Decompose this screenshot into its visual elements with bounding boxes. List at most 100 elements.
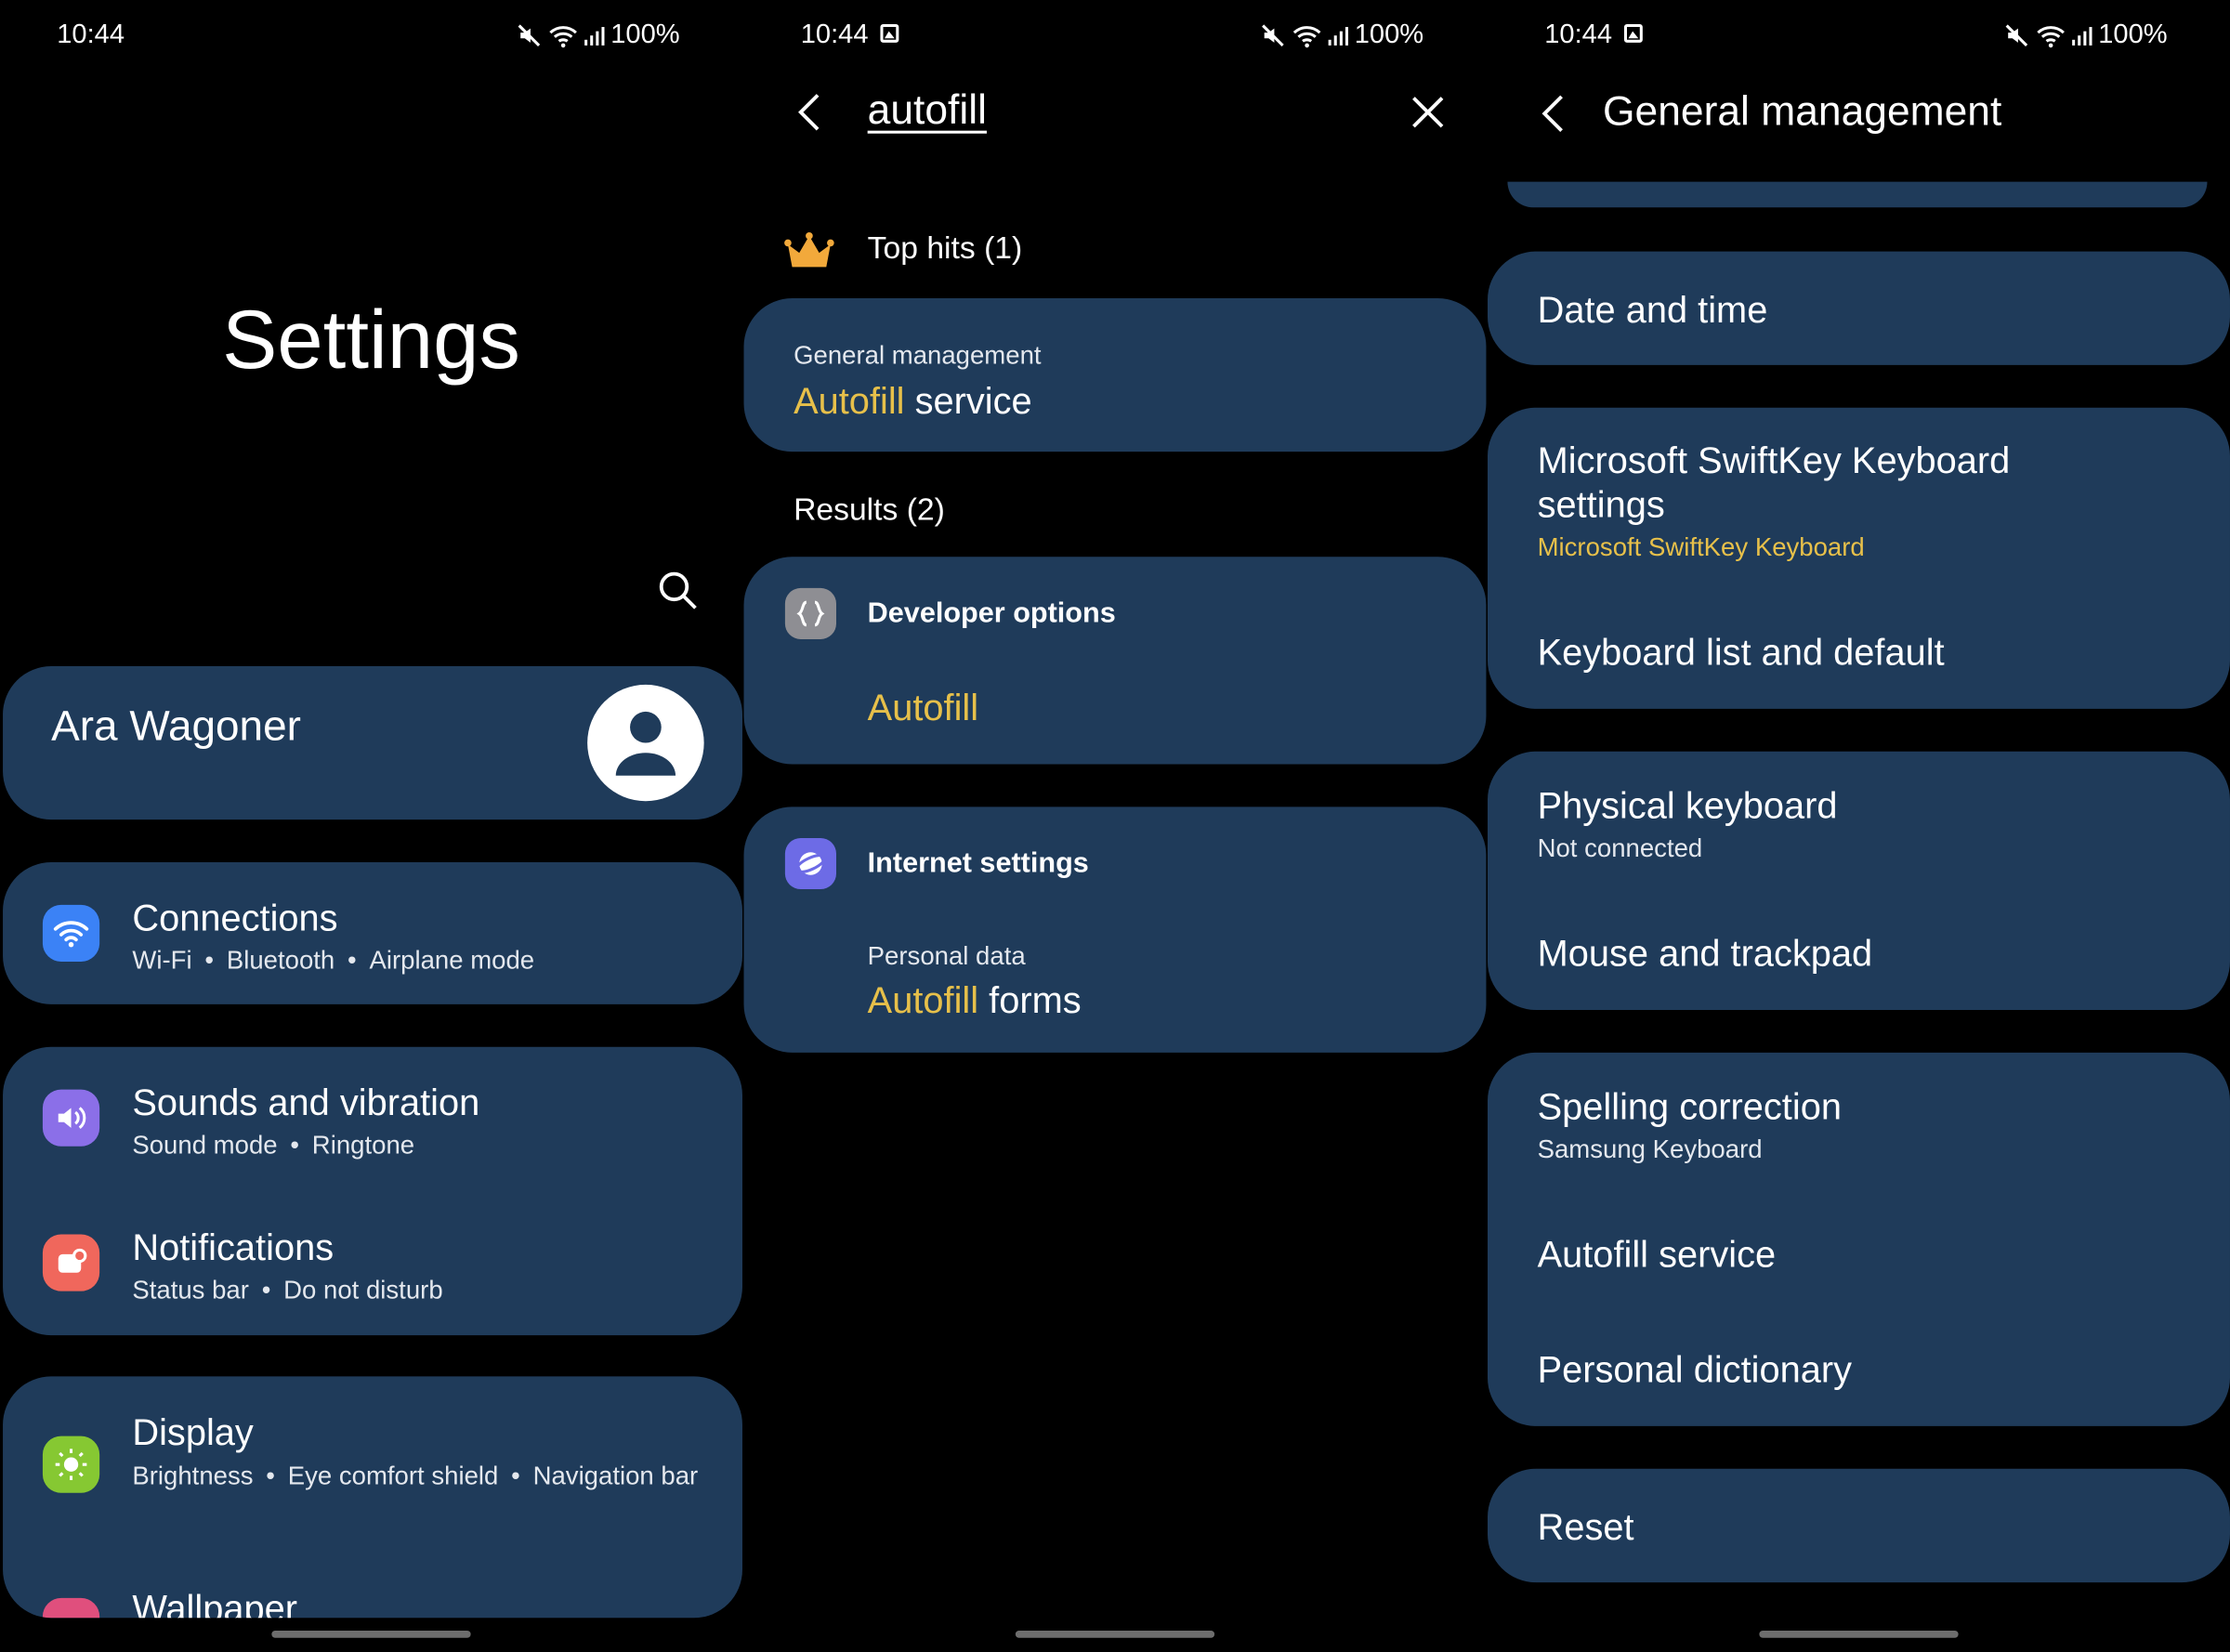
battery-level: 100% — [610, 20, 680, 50]
connections-card[interactable]: Connections Wi-Fi • Bluetooth • Airplane mod… — [3, 861, 742, 1004]
page-title: Settings — [222, 294, 520, 387]
signal-icon — [584, 27, 606, 46]
search-button[interactable] — [656, 569, 702, 614]
wifi-status-icon — [2037, 26, 2066, 48]
spelling-correction-subtitle: Samsung Keyboard — [1537, 1134, 1763, 1164]
physical-keyboard-row[interactable]: Physical keyboard Not connected — [1488, 752, 2230, 894]
sounds-row[interactable]: Sounds and vibration Sound mode • Ringtone — [3, 1047, 742, 1189]
clear-search-button[interactable] — [1407, 91, 1450, 134]
status-time: 10:44 — [1544, 20, 1613, 50]
notifications-title: Notifications — [132, 1226, 334, 1269]
scrolled-card-edge — [1507, 181, 2208, 208]
language-tools-card: Spelling correction Samsung Keyboard Aut… — [1488, 1052, 2230, 1426]
battery-level: 100% — [1354, 20, 1424, 50]
back-button[interactable] — [1530, 89, 1579, 138]
speaker-icon — [42, 1089, 100, 1147]
wallpaper-icon — [42, 1597, 100, 1619]
date-time-title: Date and time — [1537, 288, 1768, 332]
home-indicator — [1759, 1631, 1959, 1638]
notifications-summary: Status bar • Do not disturb — [132, 1275, 443, 1305]
sounds-notifications-card: Sounds and vibration Sound mode • Ringtone… — [3, 1046, 742, 1336]
spelling-correction-title: Spelling correction — [1537, 1085, 1842, 1128]
avatar-person-icon — [615, 711, 676, 776]
settings-screen: 10:44 100% Settings Ara Wagoner Connecti… — [0, 0, 742, 1652]
top-hit-rest: service — [904, 379, 1032, 423]
wallpaper-title: Wallpaper — [132, 1586, 298, 1619]
sun-icon — [42, 1436, 100, 1493]
result-context-internet: Personal data — [867, 941, 1026, 971]
date-time-card[interactable]: Date and time — [1488, 251, 2230, 365]
top-hit-card[interactable]: General management Autofill service — [743, 298, 1487, 452]
top-hits-label: Top hits (1) — [867, 229, 1023, 266]
summary-bluetooth: Bluetooth — [226, 946, 335, 975]
sounds-summary: Sound mode • Ringtone — [132, 1130, 415, 1160]
status-time: 10:44 — [57, 20, 125, 50]
personal-dictionary-title: Personal dictionary — [1537, 1347, 1853, 1391]
display-summary: Brightness • Eye comfort shield • Navigation… — [132, 1462, 699, 1490]
wifi-status-icon — [1293, 26, 1322, 48]
result-internet-settings[interactable]: Internet settings Personal data Autofill… — [743, 806, 1487, 1053]
search-screen: 10:44 100% autofill Top hits (1) General… — [743, 0, 1487, 1652]
result-source-internet: Internet settings — [867, 847, 1089, 880]
notifications-row[interactable]: Notifications Status bar • Do not disturb — [3, 1192, 742, 1334]
home-indicator — [271, 1631, 471, 1638]
search-icon — [659, 571, 697, 610]
wallpaper-row[interactable]: Wallpaper — [3, 1578, 742, 1619]
back-arrow-icon — [1541, 95, 1563, 133]
connections-summary: Wi-Fi • Bluetooth • Airplane mode — [132, 946, 535, 975]
result-developer-options[interactable]: Developer options Autofill — [743, 557, 1487, 765]
input-devices-card: Physical keyboard Not connected Mouse an… — [1488, 751, 2230, 1010]
autofill-service-title: Autofill service — [1537, 1232, 1777, 1276]
mute-icon — [1262, 24, 1285, 47]
result-rest-internet: forms — [978, 978, 1082, 1022]
profile-card[interactable]: Ara Wagoner — [3, 666, 742, 820]
result-match-developer: Autofill — [867, 686, 979, 729]
reset-title: Reset — [1537, 1505, 1634, 1549]
reset-card[interactable]: Reset — [1488, 1468, 2230, 1583]
swiftkey-settings-row[interactable]: Microsoft SwiftKey Keyboard settings Mic… — [1488, 408, 2230, 582]
mute-icon — [518, 24, 541, 47]
search-input[interactable]: autofill — [868, 88, 987, 135]
result-title-developer: Autofill — [868, 686, 978, 729]
summary-wifi: Wi-Fi — [132, 946, 192, 975]
personal-dictionary-row[interactable]: Personal dictionary — [1488, 1311, 2230, 1424]
back-button[interactable] — [786, 88, 834, 137]
summary-brightness: Brightness — [132, 1462, 254, 1490]
summary-airplane: Airplane mode — [369, 946, 535, 975]
display-title: Display — [132, 1410, 254, 1453]
top-hit-match: Autofill — [794, 379, 905, 423]
mouse-trackpad-title: Mouse and trackpad — [1537, 931, 1873, 975]
result-source-developer: Developer options — [867, 597, 1116, 630]
summary-sound-mode: Sound mode — [132, 1130, 278, 1160]
sounds-title: Sounds and vibration — [132, 1081, 480, 1124]
mouse-trackpad-row[interactable]: Mouse and trackpad — [1488, 894, 2230, 1007]
keyboard-list-title: Keyboard list and default — [1537, 630, 1945, 674]
profile-name: Ara Wagoner — [51, 702, 301, 751]
swiftkey-subtitle: Microsoft SwiftKey Keyboard — [1537, 532, 1865, 561]
signal-icon — [2072, 27, 2093, 46]
top-hit-title: Autofill service — [794, 379, 1032, 423]
autofill-service-row[interactable]: Autofill service — [1488, 1195, 2230, 1308]
gallery-notification-icon — [1623, 23, 1643, 43]
physical-keyboard-status: Not connected — [1537, 833, 1703, 862]
result-title-internet: Autofill forms — [868, 978, 1082, 1022]
close-icon — [1412, 97, 1444, 128]
keyboard-list-row[interactable]: Keyboard list and default — [1488, 585, 2230, 699]
avatar — [587, 684, 704, 802]
swiftkey-title: Microsoft SwiftKey Keyboard settings — [1537, 439, 2011, 526]
wifi-status-icon — [549, 26, 578, 48]
status-time: 10:44 — [800, 20, 869, 50]
crown-icon — [784, 231, 834, 268]
home-indicator — [1015, 1631, 1215, 1638]
back-arrow-icon — [798, 94, 820, 131]
page-title: General management — [1602, 89, 2002, 136]
developer-options-icon — [784, 587, 836, 639]
wifi-icon — [42, 904, 100, 962]
physical-keyboard-title: Physical keyboard — [1537, 783, 1838, 827]
top-hit-category: General management — [794, 340, 1042, 370]
display-wallpaper-card: Display Brightness • Eye comfort shield • Na… — [3, 1376, 742, 1619]
signal-icon — [1329, 27, 1349, 46]
gallery-notification-icon — [880, 23, 899, 43]
spelling-correction-row[interactable]: Spelling correction Samsung Keyboard — [1488, 1053, 2230, 1195]
display-row[interactable]: Display Brightness • Eye comfort shield • Na… — [3, 1376, 742, 1546]
